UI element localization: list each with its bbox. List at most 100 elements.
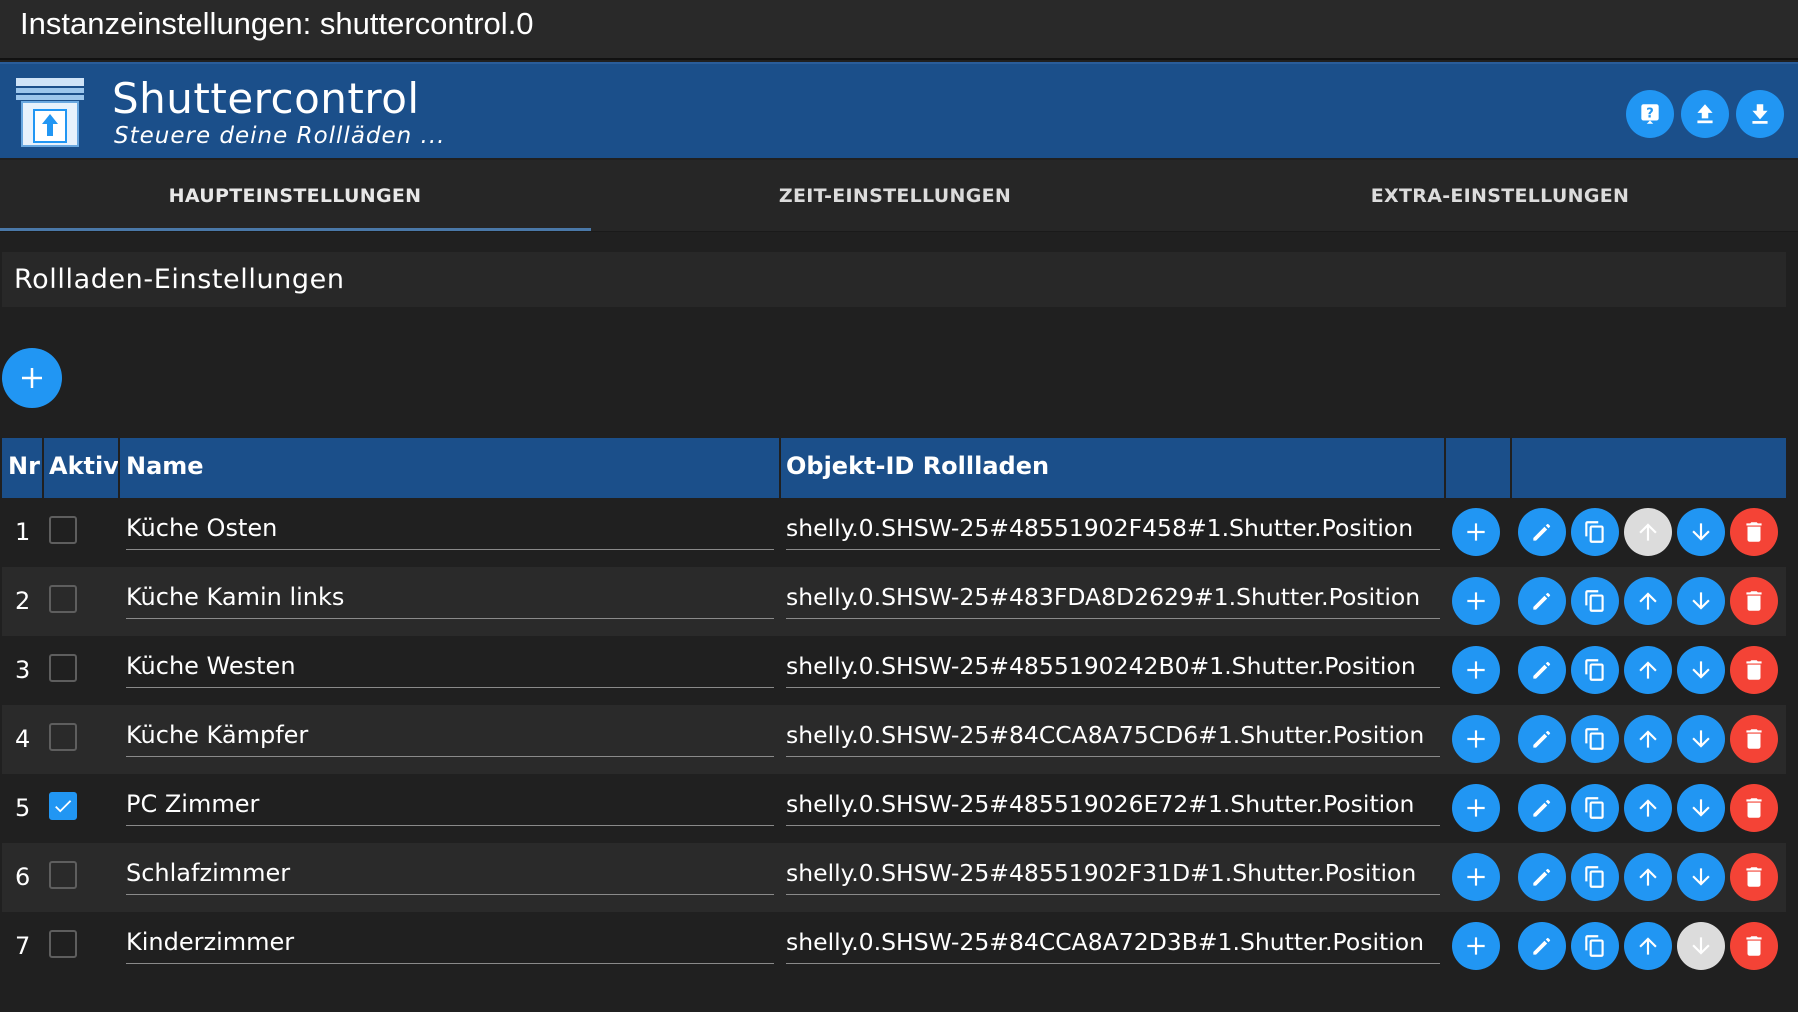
table-row: 7 Kinderzimmer shelly.0.SHSW-25#84CCA8A72D… xyxy=(2,912,1786,981)
copy-button[interactable] xyxy=(1571,715,1619,763)
copy-button[interactable] xyxy=(1571,508,1619,556)
copy-button[interactable] xyxy=(1571,784,1619,832)
active-checkbox[interactable] xyxy=(49,585,77,613)
arrow-down-icon xyxy=(1692,730,1710,748)
move-down-button[interactable] xyxy=(1677,508,1725,556)
object-id-input[interactable]: shelly.0.SHSW-25#485519026E72#1.Shutter.… xyxy=(786,786,1440,826)
active-checkbox[interactable] xyxy=(49,861,77,889)
add-row-button[interactable] xyxy=(1452,577,1500,625)
app-header: Shuttercontrol Steuere deine Rollläden .… xyxy=(0,62,1798,158)
help-button[interactable]: ? xyxy=(1626,90,1674,138)
move-down-button[interactable] xyxy=(1677,922,1725,970)
copy-button[interactable] xyxy=(1571,853,1619,901)
arrow-up-icon xyxy=(1639,868,1657,886)
download-button[interactable] xyxy=(1736,90,1784,138)
edit-icon xyxy=(1533,592,1551,610)
shutter-logo-icon xyxy=(14,76,86,148)
copy-icon xyxy=(1585,659,1604,681)
arrow-up-icon xyxy=(1639,730,1657,748)
arrow-down-icon xyxy=(1692,868,1710,886)
move-down-button[interactable] xyxy=(1677,577,1725,625)
tab-haupteinstellungen[interactable]: HAUPTEINSTELLUNGEN xyxy=(0,160,590,232)
name-input[interactable]: Küche Westen xyxy=(126,648,774,688)
active-checkbox[interactable] xyxy=(49,792,77,820)
move-down-button[interactable] xyxy=(1677,646,1725,694)
add-shutter-button[interactable] xyxy=(2,348,62,408)
table-row: 5 PC Zimmer shelly.0.SHSW-25#485519026E72#… xyxy=(2,774,1786,843)
row-number: 2 xyxy=(15,587,31,615)
tab-bar: HAUPTEINSTELLUNGEN ZEIT-EINSTELLUNGEN EX… xyxy=(0,160,1798,232)
row-number: 7 xyxy=(15,932,31,960)
name-input[interactable]: Küche Osten xyxy=(126,510,774,550)
active-checkbox[interactable] xyxy=(49,516,77,544)
tab-extra-einstellungen[interactable]: EXTRA-EINSTELLUNGEN xyxy=(1205,160,1795,232)
edit-button[interactable] xyxy=(1518,853,1566,901)
row-number: 1 xyxy=(15,518,31,546)
row-number: 3 xyxy=(15,656,31,684)
add-row-button[interactable] xyxy=(1452,715,1500,763)
copy-button[interactable] xyxy=(1571,646,1619,694)
tab-zeit-einstellungen[interactable]: ZEIT-EINSTELLUNGEN xyxy=(600,160,1190,232)
move-up-button[interactable] xyxy=(1624,784,1672,832)
move-up-button[interactable] xyxy=(1624,577,1672,625)
object-id-input[interactable]: shelly.0.SHSW-25#4855190242B0#1.Shutter.… xyxy=(786,648,1440,688)
name-input[interactable]: Küche Kämpfer xyxy=(126,717,774,757)
add-icon xyxy=(1467,730,1485,748)
delete-button[interactable] xyxy=(1730,715,1778,763)
active-checkbox[interactable] xyxy=(49,930,77,958)
upload-button[interactable] xyxy=(1681,90,1729,138)
add-row-button[interactable] xyxy=(1452,508,1500,556)
copy-button[interactable] xyxy=(1571,922,1619,970)
active-checkbox[interactable] xyxy=(49,723,77,751)
delete-button[interactable] xyxy=(1730,577,1778,625)
row-number: 5 xyxy=(15,794,31,822)
move-up-button[interactable] xyxy=(1624,853,1672,901)
add-row-button[interactable] xyxy=(1452,784,1500,832)
column-header-name: Name xyxy=(126,452,204,480)
move-down-button[interactable] xyxy=(1677,715,1725,763)
object-id-input[interactable]: shelly.0.SHSW-25#48551902F458#1.Shutter.… xyxy=(786,510,1440,550)
move-up-button[interactable] xyxy=(1624,715,1672,763)
edit-button[interactable] xyxy=(1518,577,1566,625)
move-up-button[interactable] xyxy=(1624,922,1672,970)
move-down-button[interactable] xyxy=(1677,784,1725,832)
add-row-button[interactable] xyxy=(1452,853,1500,901)
object-id-input[interactable]: shelly.0.SHSW-25#483FDA8D2629#1.Shutter.… xyxy=(786,579,1440,619)
active-checkbox[interactable] xyxy=(49,654,77,682)
edit-button[interactable] xyxy=(1518,508,1566,556)
row-number: 6 xyxy=(15,863,31,891)
arrow-down-icon xyxy=(1692,592,1710,610)
edit-button[interactable] xyxy=(1518,715,1566,763)
copy-button[interactable] xyxy=(1571,577,1619,625)
edit-icon xyxy=(1533,937,1551,955)
edit-button[interactable] xyxy=(1518,922,1566,970)
arrow-up-icon xyxy=(1639,592,1657,610)
arrow-down-icon xyxy=(1692,937,1710,955)
section-header: Rollladen-Einstellungen xyxy=(2,252,1786,307)
delete-button[interactable] xyxy=(1730,508,1778,556)
object-id-input[interactable]: shelly.0.SHSW-25#84CCA8A72D3B#1.Shutter.… xyxy=(786,924,1440,964)
help-icon: ? xyxy=(1641,104,1659,124)
add-icon xyxy=(1467,661,1485,679)
delete-icon xyxy=(1746,936,1762,956)
move-up-button[interactable] xyxy=(1624,646,1672,694)
add-row-button[interactable] xyxy=(1452,646,1500,694)
add-row-button[interactable] xyxy=(1452,922,1500,970)
add-icon xyxy=(1467,937,1485,955)
download-icon xyxy=(1752,104,1768,124)
object-id-input[interactable]: shelly.0.SHSW-25#48551902F31D#1.Shutter.… xyxy=(786,855,1440,895)
name-input[interactable]: Kinderzimmer xyxy=(126,924,774,964)
delete-button[interactable] xyxy=(1730,784,1778,832)
name-input[interactable]: PC Zimmer xyxy=(126,786,774,826)
name-input[interactable]: Küche Kamin links xyxy=(126,579,774,619)
delete-button[interactable] xyxy=(1730,853,1778,901)
edit-button[interactable] xyxy=(1518,646,1566,694)
name-input[interactable]: Schlafzimmer xyxy=(126,855,774,895)
delete-button[interactable] xyxy=(1730,922,1778,970)
object-id-input[interactable]: shelly.0.SHSW-25#84CCA8A75CD6#1.Shutter.… xyxy=(786,717,1440,757)
delete-button[interactable] xyxy=(1730,646,1778,694)
move-down-button[interactable] xyxy=(1677,853,1725,901)
edit-button[interactable] xyxy=(1518,784,1566,832)
move-up-button[interactable] xyxy=(1624,508,1672,556)
window-title: Instanzeinstellungen: shuttercontrol.0 xyxy=(20,6,534,41)
